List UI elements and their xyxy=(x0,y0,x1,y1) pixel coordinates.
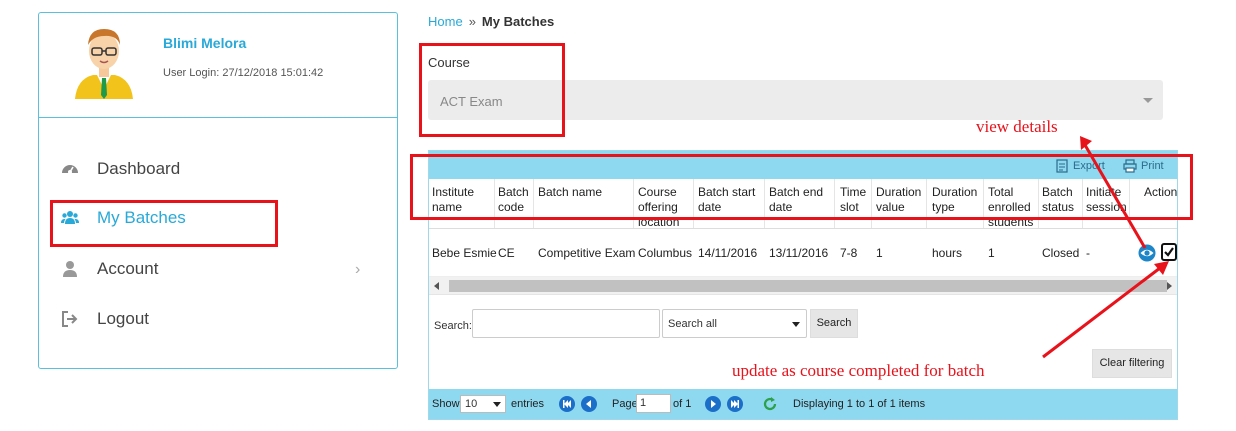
user-login-time: 27/12/2018 15:01:42 xyxy=(222,67,324,79)
avatar xyxy=(75,29,133,99)
pager-entries-label: entries xyxy=(511,398,545,410)
table-cell: 7-8 xyxy=(840,246,858,260)
table-cell: - xyxy=(1086,246,1090,260)
annotation-box-course xyxy=(419,43,565,137)
annotation-view-details: view details xyxy=(976,117,1058,136)
annotation-box-header xyxy=(410,154,1193,220)
pager-status: Displaying 1 to 1 of 1 items xyxy=(793,398,926,410)
annotation-box-nav xyxy=(50,200,278,247)
table-cell: Bebe Esmie xyxy=(432,246,497,260)
chevron-right-icon[interactable]: › xyxy=(355,261,360,279)
caret-down-icon xyxy=(1143,98,1153,103)
pager-of-label: of 1 xyxy=(673,398,692,410)
table-cell: hours xyxy=(932,246,963,260)
breadcrumb-home[interactable]: Home xyxy=(428,14,463,29)
nav-account-label: Account xyxy=(97,259,159,278)
view-details-icon[interactable] xyxy=(1138,244,1156,262)
logout-icon xyxy=(62,311,78,327)
search-scope-value: Search all xyxy=(668,318,717,330)
page-number-input[interactable]: 1 xyxy=(636,394,671,413)
last-page-icon[interactable] xyxy=(727,396,743,412)
user-name: Blimi Melora xyxy=(163,35,247,51)
search-button[interactable]: Search xyxy=(810,309,858,338)
table-cell: Competitive Exam xyxy=(538,246,636,260)
next-page-icon[interactable] xyxy=(705,396,721,412)
prev-page-icon[interactable] xyxy=(581,396,597,412)
user-login: User Login: 27/12/2018 15:01:42 xyxy=(163,67,323,79)
scroll-left-icon[interactable] xyxy=(434,282,439,290)
nav-dashboard-label: Dashboard xyxy=(97,159,181,178)
breadcrumb-current: My Batches xyxy=(481,14,555,29)
table-cell: 1 xyxy=(988,246,995,260)
scroll-right-icon[interactable] xyxy=(1167,282,1172,290)
table-row[interactable]: Bebe Esmie CE Competitive Exam Columbus … xyxy=(429,229,1177,277)
table-cell: Columbus xyxy=(638,246,693,260)
page-size-value: 10 xyxy=(465,398,478,410)
nav-dashboard[interactable]: Dashboard xyxy=(61,159,180,179)
pager-show-label: Show xyxy=(432,398,460,410)
caret-down-icon xyxy=(493,402,501,407)
annotation-update-course: update as course completed for batch xyxy=(732,361,985,380)
refresh-icon[interactable] xyxy=(762,396,778,412)
pager-bar: Show 10 entries Page 1 of 1 Displaying 1… xyxy=(429,389,1177,419)
nav-logout-label: Logout xyxy=(97,309,149,328)
table-cell: 1 xyxy=(876,246,883,260)
breadcrumb: Home » My Batches xyxy=(428,14,554,29)
nav-logout[interactable]: Logout xyxy=(61,309,149,329)
profile-card: Blimi Melora User Login: 27/12/2018 15:0… xyxy=(39,13,397,118)
nav-account[interactable]: Account xyxy=(61,259,158,279)
scrollbar-thumb[interactable] xyxy=(449,280,1167,292)
search-input[interactable] xyxy=(472,309,660,338)
caret-down-icon xyxy=(792,322,800,327)
clear-filtering-button[interactable]: Clear filtering xyxy=(1092,349,1172,378)
table-cell: 13/11/2016 xyxy=(769,246,829,260)
table-cell: 14/11/2016 xyxy=(698,246,758,260)
dashboard-icon xyxy=(62,165,78,174)
user-icon xyxy=(63,261,77,277)
pager-page-label: Page xyxy=(612,398,638,410)
search-label: Search: xyxy=(434,320,472,332)
search-scope-select[interactable]: Search all xyxy=(662,309,807,338)
table-cell: CE xyxy=(498,246,515,260)
sidebar: Blimi Melora User Login: 27/12/2018 15:0… xyxy=(38,12,398,369)
mark-completed-icon[interactable] xyxy=(1161,243,1177,261)
page-size-select[interactable]: 10 xyxy=(460,395,506,413)
horizontal-scrollbar[interactable] xyxy=(429,277,1177,295)
breadcrumb-separator: » xyxy=(468,14,476,29)
first-page-icon[interactable] xyxy=(559,396,575,412)
table-cell: Closed xyxy=(1042,246,1080,260)
user-login-label: User Login: xyxy=(163,67,220,79)
